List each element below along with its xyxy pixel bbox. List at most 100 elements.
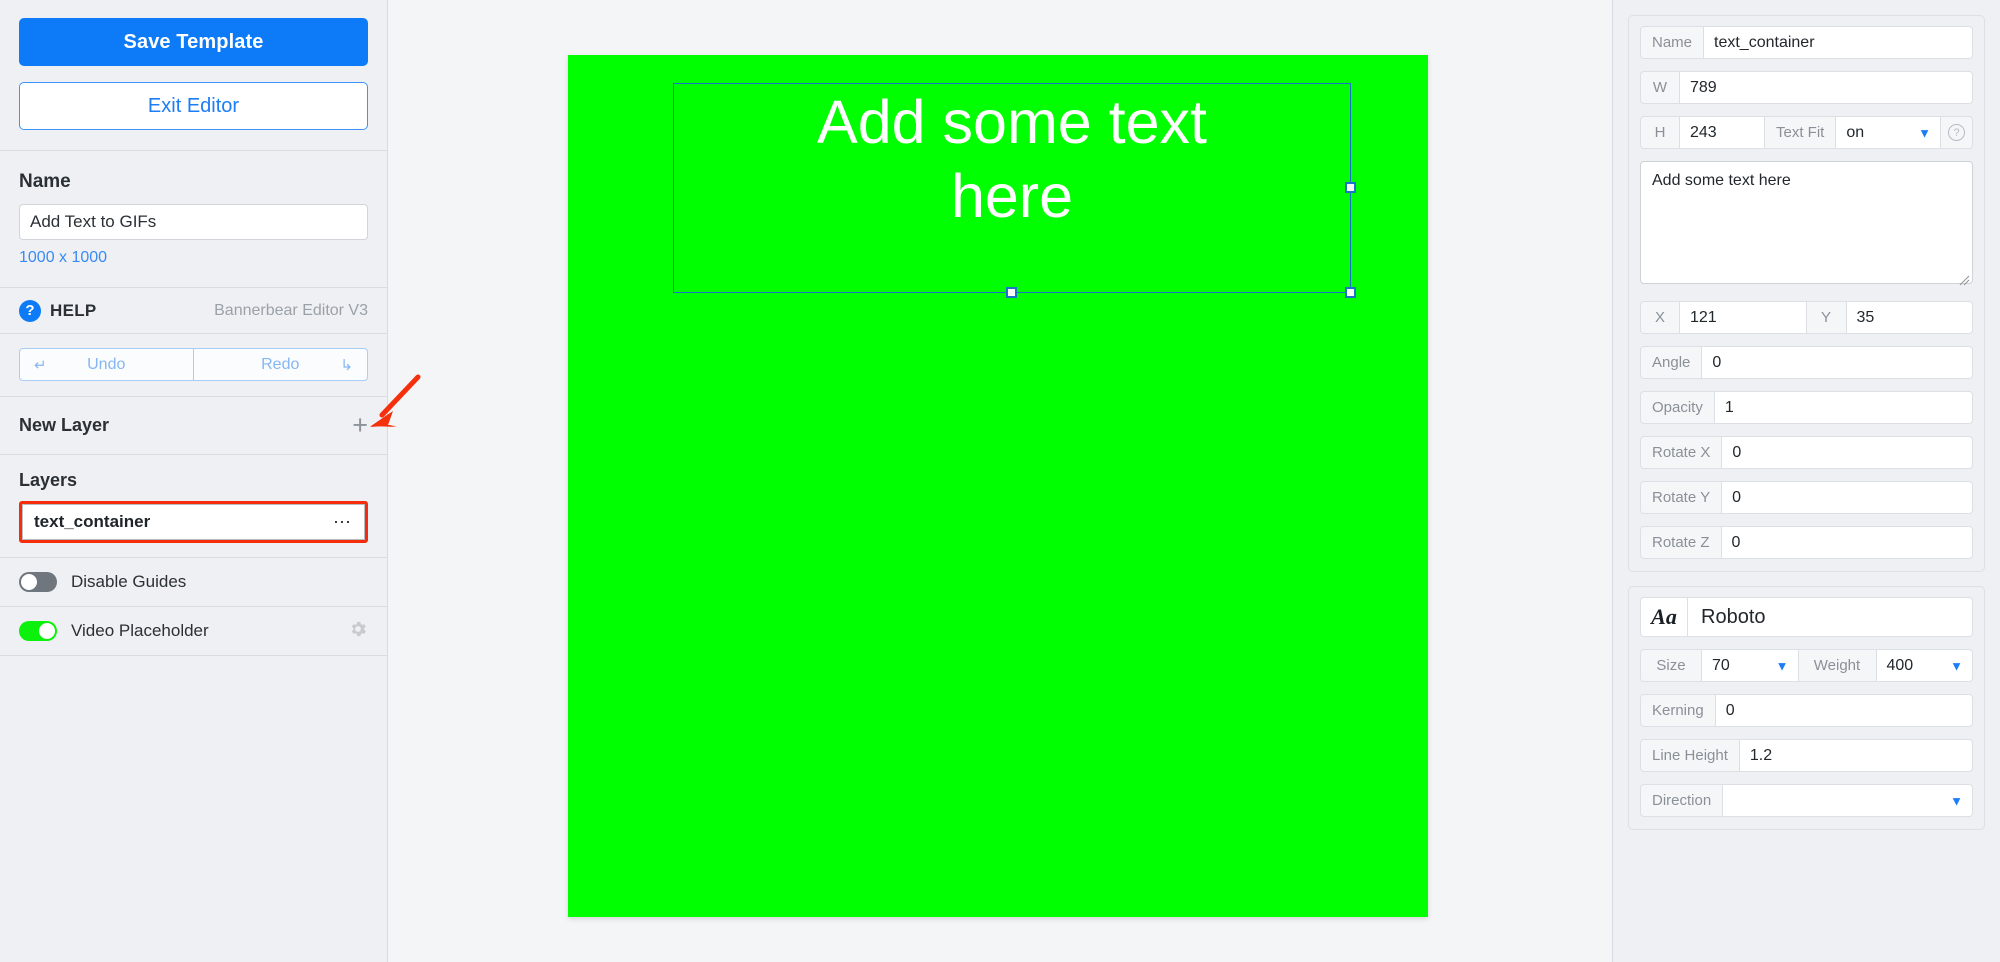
typography-card: Aa Roboto Size 70 ▼ Weight 400 ▼ Kerning…: [1628, 586, 1985, 830]
direction-field-label: Direction: [1640, 784, 1724, 817]
chevron-down-icon: ▼: [1950, 793, 1963, 808]
layers-heading: Layers: [19, 470, 78, 490]
chevron-down-icon: ▼: [1918, 125, 1931, 140]
width-field-input[interactable]: 789: [1680, 71, 1973, 104]
undo-button[interactable]: ↵ Undo: [19, 348, 194, 381]
position-row: X 121 Y 35: [1640, 301, 1973, 334]
template-dimensions-label: 1000 x 1000: [19, 249, 108, 266]
rotate-x-field-label: Rotate X: [1640, 436, 1723, 469]
size-value: 70: [1712, 656, 1730, 674]
name-field-label: Name: [1640, 26, 1705, 59]
new-layer-label: New Layer: [19, 415, 110, 435]
text-fit-help-button[interactable]: ?: [1941, 116, 1973, 149]
plus-icon[interactable]: +: [352, 412, 368, 439]
rotate-y-field: Rotate Y 0: [1640, 481, 1973, 514]
direction-field: Direction ▼: [1640, 784, 1973, 817]
text-content-field: [1640, 161, 1973, 289]
editor-window: Save Template Exit Editor Name 1000 x 10…: [0, 0, 2000, 962]
font-family-input[interactable]: Roboto: [1688, 597, 1973, 637]
layer-properties-card: Name text_container W 789 H 243 Text Fit…: [1628, 15, 1985, 572]
y-field-input[interactable]: 35: [1846, 301, 1973, 334]
chevron-down-icon: ▼: [1775, 658, 1789, 673]
redo-button[interactable]: Redo ↳: [193, 348, 368, 381]
line-height-field-label: Line Height: [1640, 739, 1740, 772]
size-weight-row: Size 70 ▼ Weight 400 ▼: [1640, 649, 1973, 682]
angle-field-input[interactable]: 0: [1702, 346, 1973, 379]
new-layer-row[interactable]: New Layer +: [0, 397, 387, 455]
opacity-field-input[interactable]: 1: [1714, 391, 1973, 424]
layers-section: Layers text_container ⋯: [0, 455, 387, 558]
canvas-text: Add some text here: [817, 88, 1207, 230]
text-fit-select[interactable]: on ▼: [1836, 116, 1941, 149]
disable-guides-row[interactable]: Disable Guides: [0, 558, 387, 607]
name-heading: Name: [19, 171, 71, 192]
south-handle[interactable]: [1006, 287, 1017, 298]
y-field-label: Y: [1806, 301, 1847, 334]
opacity-field: Opacity 1: [1640, 391, 1973, 424]
text-content-textarea[interactable]: [1640, 161, 1973, 284]
height-field-input[interactable]: 243: [1680, 116, 1765, 149]
video-placeholder-label: Video Placeholder: [71, 621, 209, 640]
height-field-label: H: [1640, 116, 1680, 149]
rotate-z-field-input[interactable]: 0: [1721, 526, 1973, 559]
line-height-field-input[interactable]: 1.2: [1739, 739, 1973, 772]
design-canvas[interactable]: Add some text here: [568, 55, 1428, 917]
rotate-x-field: Rotate X 0: [1640, 436, 1973, 469]
canvas-area: Add some text here: [388, 0, 1612, 962]
disable-guides-label: Disable Guides: [71, 572, 187, 591]
kerning-field-input[interactable]: 0: [1715, 694, 1973, 727]
rotate-z-field-label: Rotate Z: [1640, 526, 1722, 559]
line-height-field: Line Height 1.2: [1640, 739, 1973, 772]
history-controls: ↵ Undo Redo ↳: [0, 334, 387, 397]
rotate-x-field-input[interactable]: 0: [1722, 436, 1973, 469]
question-mark-icon: ?: [1948, 124, 1965, 141]
template-name-input[interactable]: [19, 204, 368, 240]
save-template-button[interactable]: Save Template: [19, 18, 368, 66]
exit-editor-button[interactable]: Exit Editor: [19, 82, 368, 130]
size-field-label: Size: [1640, 649, 1702, 682]
gear-icon[interactable]: [348, 619, 368, 644]
help-label: HELP: [50, 300, 97, 320]
layer-highlight-box: text_container ⋯: [19, 501, 368, 543]
angle-field-label: Angle: [1640, 346, 1703, 379]
weight-value: 400: [1886, 656, 1914, 674]
kerning-field: Kerning 0: [1640, 694, 1973, 727]
east-handle[interactable]: [1345, 182, 1356, 193]
rotate-y-field-input[interactable]: 0: [1722, 481, 1973, 514]
sidebar-actions: Save Template Exit Editor: [0, 0, 387, 151]
left-sidebar: Save Template Exit Editor Name 1000 x 10…: [0, 0, 388, 962]
width-field-label: W: [1640, 71, 1680, 104]
video-placeholder-toggle[interactable]: [19, 621, 57, 641]
direction-select[interactable]: ▼: [1723, 784, 1973, 817]
ellipsis-icon[interactable]: ⋯: [333, 512, 352, 533]
rotate-z-field: Rotate Z 0: [1640, 526, 1973, 559]
kerning-field-label: Kerning: [1640, 694, 1716, 727]
sidebar-filler: [0, 656, 387, 962]
template-name-section: Name 1000 x 1000: [0, 151, 387, 288]
properties-panel: Name text_container W 789 H 243 Text Fit…: [1612, 0, 2000, 962]
name-field: Name text_container: [1640, 26, 1973, 59]
help-row[interactable]: ? HELP Bannerbear Editor V3: [0, 288, 387, 334]
chevron-down-icon: ▼: [1950, 658, 1963, 673]
redo-arrow-icon: ↳: [340, 356, 353, 374]
layer-name-label: text_container: [34, 512, 151, 531]
video-placeholder-row[interactable]: Video Placeholder: [0, 607, 387, 656]
disable-guides-toggle[interactable]: [19, 572, 57, 592]
opacity-field-label: Opacity: [1640, 391, 1715, 424]
angle-field: Angle 0: [1640, 346, 1973, 379]
size-select[interactable]: 70 ▼: [1702, 649, 1799, 682]
question-circle-icon: ?: [19, 299, 41, 322]
text-layer-selection[interactable]: Add some text here: [673, 83, 1356, 298]
x-field-input[interactable]: 121: [1680, 301, 1807, 334]
list-item[interactable]: text_container ⋯: [22, 504, 365, 540]
width-field: W 789: [1640, 71, 1973, 104]
text-fit-value: on: [1846, 123, 1865, 141]
font-preview-icon: Aa: [1640, 597, 1688, 637]
weight-field-label: Weight: [1798, 649, 1877, 682]
x-field-label: X: [1640, 301, 1680, 334]
text-fit-label: Text Fit: [1765, 116, 1837, 149]
south-east-handle[interactable]: [1345, 287, 1356, 298]
undo-arrow-icon: ↵: [34, 356, 47, 374]
name-field-input[interactable]: text_container: [1704, 26, 1973, 59]
weight-select[interactable]: 400 ▼: [1876, 649, 1973, 682]
